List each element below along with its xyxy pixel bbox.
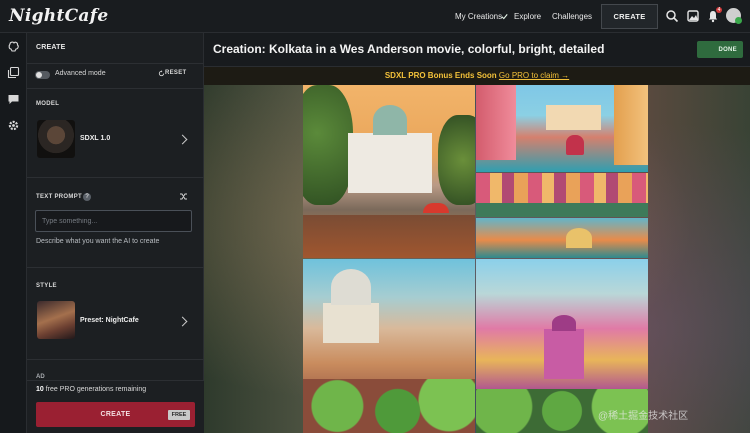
nav-explore[interactable]: Explore [514,0,541,33]
style-section-label: STYLE [36,283,57,289]
prompt-help-text: Describe what you want the AI to create [36,238,160,245]
divider [27,88,204,89]
help-icon[interactable]: ? [83,193,91,201]
prompt-input[interactable] [35,210,192,232]
generated-image-2[interactable] [476,85,648,172]
divider [27,177,204,178]
chat-icon[interactable] [7,93,20,106]
model-name[interactable]: SDXL 1.0 [80,135,110,142]
panel-title: CREATE [36,44,66,51]
check-icon [501,14,508,20]
top-bar: NightCafe My Creations Explore Challenge… [0,0,750,33]
generated-image-3[interactable] [476,173,648,217]
nightcafe-logo[interactable]: NightCafe [9,6,108,26]
advanced-mode-label: Advanced mode [55,70,106,77]
remaining-count: 10 [36,386,44,393]
generated-image-1[interactable] [303,85,475,258]
style-thumbnail[interactable] [37,301,75,339]
create-nav-button[interactable]: CREATE [601,4,658,29]
notification-badge: 4 [716,7,722,13]
reset-button[interactable]: RESET [165,70,187,76]
divider [27,267,204,268]
style-name[interactable]: Preset: NightCafe [80,317,139,324]
promo-banner: SDXL PRO Bonus Ends Soon Go PRO to claim… [204,67,750,85]
settings-gear-icon[interactable] [7,119,20,132]
nav-my-creations[interactable]: My Creations [455,0,502,33]
chevron-right-icon[interactable] [177,316,188,327]
promo-text: SDXL PRO Bonus Ends Soon [384,71,497,80]
create-panel: CREATE Advanced mode RESET MODEL SDXL 1.… [27,33,204,433]
chevron-right-icon[interactable] [177,134,188,145]
text-prompt-label: TEXT PROMPT [36,194,82,200]
done-button[interactable]: DONE [697,41,743,58]
creation-header: Creation: Kolkata in a Wes Anderson movi… [204,33,750,67]
reset-icon[interactable] [158,70,165,77]
model-section-label: MODEL [36,101,60,107]
generated-image-5[interactable] [303,259,475,433]
advanced-mode-toggle[interactable] [35,71,50,79]
remaining-text: free PRO generations remaining [43,386,147,393]
model-thumbnail[interactable] [37,120,75,158]
shuffle-icon[interactable] [179,192,188,201]
creations-icon[interactable] [7,66,20,79]
gallery-icon[interactable] [686,9,700,23]
search-icon[interactable] [665,9,679,23]
icon-rail [0,33,27,433]
free-badge: FREE [168,410,190,420]
watermark: @稀土掘金技术社区 [598,411,689,422]
create-brain-icon[interactable] [7,40,20,53]
user-avatar[interactable] [726,8,742,24]
divider [27,359,204,360]
creation-title: Creation: Kolkata in a Wes Anderson movi… [213,42,605,56]
go-pro-link[interactable]: Go PRO to claim → [499,71,569,80]
generated-image-4[interactable] [476,218,648,258]
divider [27,63,204,64]
remaining-generations: 10 free PRO generations remaining [36,386,146,393]
nav-challenges[interactable]: Challenges [552,0,592,33]
